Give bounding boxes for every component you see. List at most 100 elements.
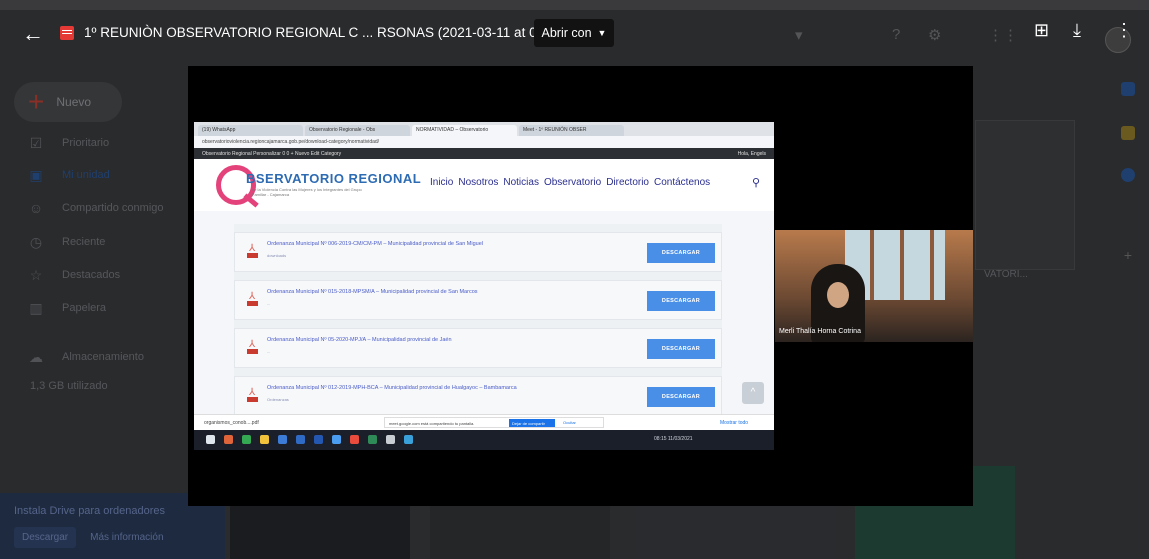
taskbar-app-icon [260, 435, 269, 444]
trash-icon: ▥ [29, 300, 43, 316]
viewer-toolbar: ← 1º REUNIÒN OBSERVATORIO REGIONAL C ...… [0, 12, 1149, 56]
taskbar-app-icon [368, 435, 377, 444]
drive-side-rail: + [1105, 70, 1149, 470]
download-icon[interactable]: ⤓ [1073, 20, 1081, 41]
document-meta: Ordenanzas [267, 397, 289, 402]
sidebar-item-destacados[interactable]: ☆ Destacados [0, 260, 185, 290]
site-logo-subtitle: de la Violencia Contra las Mujeres y los… [252, 187, 362, 197]
download-doc-button: DESCARGAR [647, 243, 715, 263]
wp-admin-bar: Observatorio Regional Personalizar 0 0 +… [194, 148, 774, 159]
menu-item: Nosotros [458, 177, 499, 188]
add-to-drive-icon[interactable]: ⊞ [1034, 20, 1049, 41]
taskbar-app-icon [332, 435, 341, 444]
taskbar-app-icon [314, 435, 323, 444]
new-button-label: Nuevo [56, 95, 92, 109]
browser-tab: NORMATIVIDAD – Observatorio [412, 125, 517, 136]
download-bar: organismos_conob....pdf meet.google.com … [194, 414, 774, 430]
sidebar-item-mi-unidad[interactable]: ▣ Mi unidad [0, 160, 185, 190]
drive-icon: ▣ [29, 167, 43, 183]
browser-tab: Observatorio Regionale - Obs [305, 125, 410, 136]
sharing-notice-text: meet.google.com está compartiendo tu pan… [389, 421, 475, 426]
taskbar-app-icon [278, 435, 287, 444]
menu-item: Noticias [503, 177, 539, 188]
wp-user: Hola, Engels [737, 151, 766, 157]
windows-start-icon [206, 435, 215, 444]
sidebar-item-almacenamiento[interactable]: ☁ Almacenamiento [0, 342, 185, 372]
pdf-icon: ⅄ [247, 291, 258, 307]
show-all-link: Mostrar todo [720, 420, 749, 426]
document-name: Ordenanza Municipal Nº 05-2020-MPJ/A – M… [267, 337, 452, 343]
sidebar-item-label: Papelera [62, 302, 107, 314]
arrow-left-icon[interactable]: ← [22, 21, 44, 47]
install-banner-text: Instala Drive para ordenadores [14, 505, 166, 517]
sidebar-item-label: Prioritario [62, 137, 110, 149]
pdf-icon: ⅄ [247, 387, 258, 403]
download-doc-button: DESCARGAR [647, 291, 715, 311]
browser-tab: (19) WhatsApp [198, 125, 303, 136]
plus-icon: + [28, 86, 45, 117]
sidebar-item-prioritario[interactable]: ☑ Prioritario [0, 128, 185, 158]
participant-face [827, 282, 849, 308]
hide-notice-link: Ocultar [563, 420, 576, 425]
sidebar-item-compartido[interactable]: ☺ Compartido conmigo [0, 193, 185, 223]
menu-item: Directorio [606, 177, 649, 188]
wp-admin-items: Observatorio Regional Personalizar 0 0 +… [202, 151, 342, 157]
list-item: ⅄ Ordenanza Municipal Nº 012-2019-MPH-BC… [234, 376, 722, 416]
new-button[interactable]: + Nuevo [14, 82, 122, 122]
keep-icon[interactable] [1121, 126, 1135, 140]
address-bar: observatorioviolencia.regioncajamarca.go… [194, 136, 774, 148]
clock-icon: ◷ [29, 234, 43, 250]
sidebar-item-reciente[interactable]: ◷ Reciente [0, 227, 185, 257]
camera-window-bars [870, 230, 874, 300]
download-doc-button: DESCARGAR [647, 339, 715, 359]
storage-used: 1,3 GB utilizado [30, 380, 108, 392]
download-doc-button: DESCARGAR [647, 387, 715, 407]
taskbar-app-icon [386, 435, 395, 444]
sidebar-item-papelera[interactable]: ▥ Papelera [0, 293, 185, 323]
participant-camera: Merli Thalía Horna Cotrina [775, 230, 973, 342]
sidebar-item-label: Compartido conmigo [62, 202, 164, 214]
sidebar-item-label: Destacados [62, 269, 121, 281]
browser-tabs: (19) WhatsApp Observatorio Regionale - O… [194, 122, 774, 136]
sidebar-item-label: Reciente [62, 236, 106, 248]
document-meta: ... [267, 301, 271, 306]
star-icon: ☆ [29, 267, 43, 283]
taskbar-app-icon [350, 435, 359, 444]
video-file-icon [60, 26, 74, 40]
pdf-icon: ⅄ [247, 243, 258, 259]
participant-name: Merli Thalía Horna Cotrina [779, 328, 861, 335]
drive-sidebar: + Nuevo ☑ Prioritario ▣ Mi unidad ☺ Comp… [0, 60, 185, 500]
install-download-button[interactable]: Descargar [14, 527, 77, 548]
help-icon: ? [892, 26, 901, 43]
sharing-notice: meet.google.com está compartiendo tu pan… [384, 417, 604, 428]
downloaded-file: organismos_conob....pdf [204, 420, 259, 426]
tasks-icon[interactable] [1121, 168, 1135, 182]
calendar-icon[interactable] [1121, 82, 1135, 96]
list-item: ⅄ Ordenanza Municipal Nº 015-2018-MPSM/A… [234, 280, 722, 320]
site-header: BSERVATORIO REGIONAL de la Violencia Con… [194, 159, 774, 211]
browser-tab: Meet - 1º REUNIÓN OBSER [519, 125, 624, 136]
sidebar-item-label: Almacenamiento [62, 351, 144, 363]
more-vert-icon[interactable]: ⋮ [1115, 20, 1133, 41]
menu-item: Inicio [430, 177, 454, 188]
taskbar-app-icon [404, 435, 413, 444]
shared-screen: (19) WhatsApp Observatorio Regionale - O… [194, 122, 774, 450]
people-icon: ☺ [28, 200, 44, 216]
stop-sharing-button: Dejar de compartir [509, 419, 555, 427]
document-name: Ordenanza Municipal Nº 006-2019-CM/CM-PM… [267, 241, 483, 247]
install-more-info-link[interactable]: Más información [86, 527, 167, 548]
menu-item: Contáctenos [654, 177, 711, 188]
document-list: ⅄ Ordenanza Municipal Nº 006-2019-CM/CM-… [234, 224, 722, 420]
browser-chrome-strip [0, 0, 1149, 10]
gear-icon: ⚙ [928, 27, 942, 44]
open-with-button[interactable]: Abrir con ▼ [534, 19, 614, 47]
drive-file-card[interactable]: VATORI... [975, 120, 1075, 280]
video-player[interactable]: (19) WhatsApp Observatorio Regionale - O… [188, 66, 973, 506]
list-item: ⅄ Ordenanza Municipal Nº 05-2020-MPJ/A –… [234, 328, 722, 368]
document-name: Ordenanza Municipal Nº 015-2018-MPSM/A –… [267, 289, 478, 295]
document-name: Ordenanza Municipal Nº 012-2019-MPH-BCA … [267, 385, 517, 391]
add-addon-icon[interactable]: + [1121, 248, 1135, 262]
apps-grid-icon: ⋮⋮ [988, 27, 1018, 44]
list-item: ⅄ Ordenanza Municipal Nº 006-2019-CM/CM-… [234, 232, 722, 272]
taskbar-app-icon [224, 435, 233, 444]
